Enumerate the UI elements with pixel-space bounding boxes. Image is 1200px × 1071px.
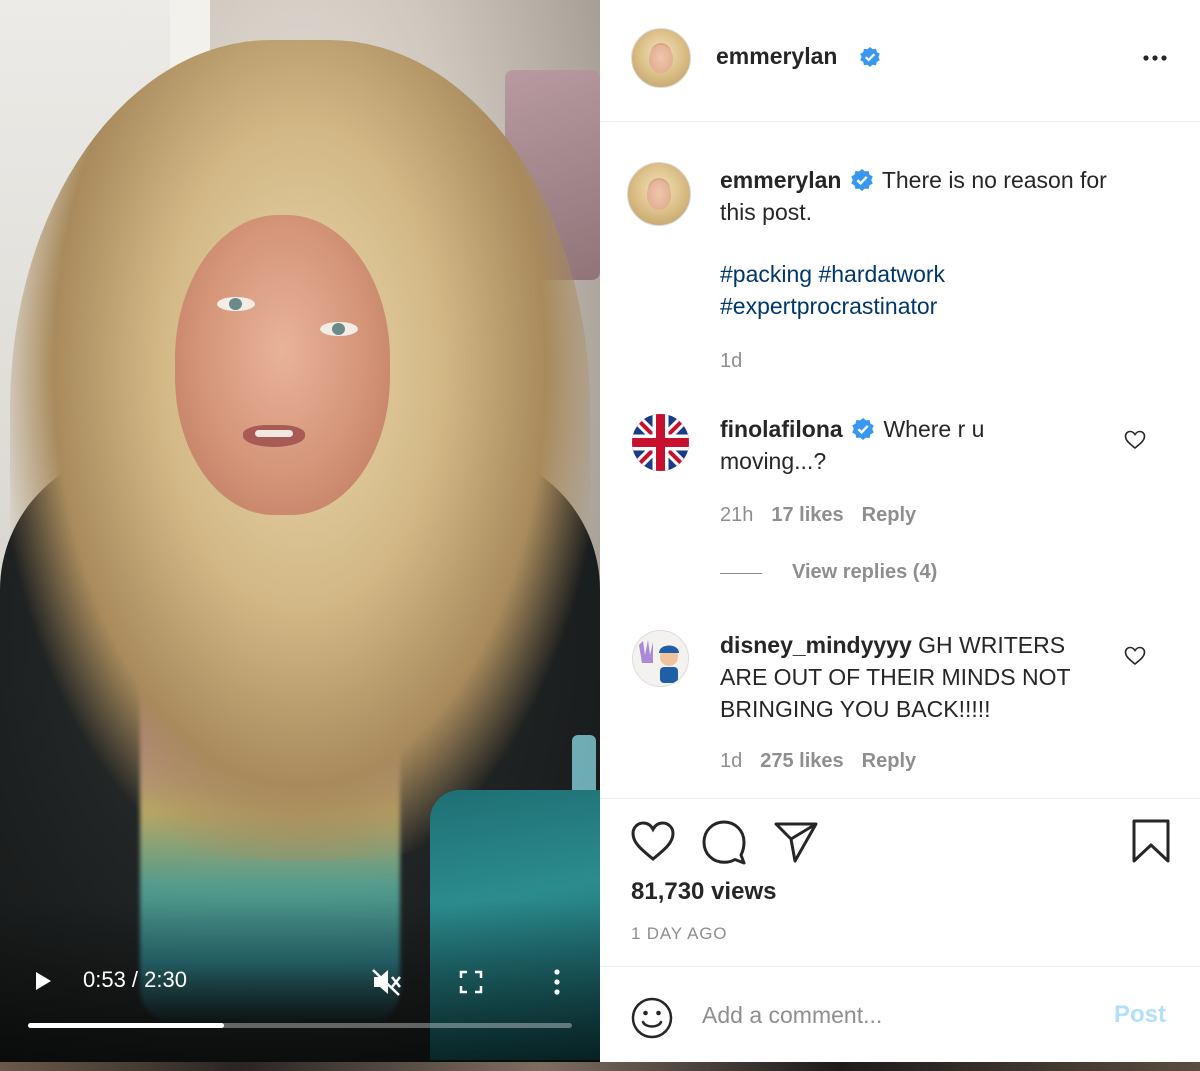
view-replies-button[interactable]: View replies (4) (792, 561, 955, 584)
comment-text-line2: moving...? (720, 448, 827, 474)
caption-username[interactable]: emmerylan (720, 167, 841, 193)
caption-text-line1: There is no reason for (881, 167, 1107, 193)
comment-text-line3: BRINGING YOU BACK!!!!! (720, 696, 991, 722)
video-person-eye-right (320, 322, 358, 336)
comment-body: disney_mindyyyy GH WRITERS ARE OUT OF TH… (720, 629, 1120, 725)
video-progress-bar[interactable] (28, 1023, 572, 1028)
comment-username[interactable]: finolafilona (720, 416, 843, 442)
comment-like-heart-icon[interactable] (1124, 430, 1146, 450)
instagram-post-modal: 0:53 / 2:30 emmerylan emmerylan There is… (0, 0, 1200, 1071)
post-header: emmerylan (600, 0, 1200, 122)
comment-input[interactable] (702, 995, 1102, 1035)
hashtag-link[interactable]: #expertprocrastinator (720, 293, 937, 319)
reply-button[interactable]: Reply (862, 750, 916, 772)
video-person-mouth (243, 425, 305, 447)
bookmark-icon[interactable] (1131, 818, 1171, 864)
hashtag-link[interactable]: #packing (720, 261, 812, 287)
comment-body: finolafilona Where r u moving...? (720, 413, 1110, 477)
header-username[interactable]: emmerylan (716, 43, 837, 70)
comment-like-heart-icon[interactable] (1124, 646, 1146, 666)
play-icon[interactable] (32, 970, 54, 992)
post-comment-button[interactable]: Post (1114, 1001, 1166, 1029)
hashtag-link[interactable]: #hardatwork (818, 261, 945, 287)
video-player[interactable]: 0:53 / 2:30 (0, 0, 600, 1062)
caption-timestamp: 1d (720, 350, 760, 373)
cartoon-avatar-icon (633, 631, 688, 686)
view-replies-label: View replies (4) (792, 561, 938, 583)
fullscreen-icon[interactable] (458, 969, 484, 995)
comment-text-line1: Where r u (883, 416, 985, 442)
comment-bubble-icon[interactable] (701, 819, 747, 865)
video-time-display: 0:53 / 2:30 (83, 967, 187, 992)
emoji-smiley-icon[interactable] (631, 997, 673, 1039)
video-controls: 0:53 / 2:30 (0, 955, 600, 1015)
commenter-avatar[interactable] (632, 630, 689, 687)
post-date[interactable]: 1 DAY AGO (631, 924, 727, 944)
video-progress-fill (28, 1023, 224, 1028)
paper-plane-icon[interactable] (773, 820, 819, 864)
verified-badge-icon (851, 169, 873, 191)
caption-hashtags: #packing #hardatwork #expertprocrastinat… (720, 258, 1170, 322)
caption-text-line2: this post. (720, 199, 813, 225)
verified-badge-icon (860, 47, 880, 67)
comment-likes-count[interactable]: 17 likes (771, 504, 843, 526)
muted-speaker-icon[interactable] (370, 967, 402, 997)
comment-text-line2: ARE OUT OF THEIR MINDS NOT (720, 664, 1071, 690)
post-caption: emmerylan There is no reason for this po… (720, 164, 1170, 228)
union-jack-icon (632, 414, 689, 471)
caption-age: 1d (720, 350, 743, 372)
commenter-avatar[interactable] (632, 414, 689, 471)
comment-meta: 1d 275 likes Reply (720, 750, 934, 773)
more-options-icon[interactable] (1141, 48, 1169, 68)
view-replies-divider (720, 573, 762, 574)
heart-icon[interactable] (630, 820, 676, 862)
verified-badge-icon (852, 418, 874, 440)
page-background-strip (0, 1062, 1200, 1071)
author-avatar[interactable] (631, 28, 691, 88)
caption-author-avatar[interactable] (627, 162, 691, 226)
comment-age: 21h (720, 504, 754, 526)
reply-button[interactable]: Reply (862, 504, 916, 526)
comment-meta: 21h 17 likes Reply (720, 504, 934, 527)
comment-text-line1: GH WRITERS (918, 632, 1066, 658)
views-count[interactable]: 81,730 views (631, 878, 776, 906)
comment-username[interactable]: disney_mindyyyy (720, 632, 912, 658)
comment-age: 1d (720, 750, 743, 772)
comment-likes-count[interactable]: 275 likes (760, 750, 843, 772)
post-side-panel: emmerylan emmerylan There is no reason f… (600, 0, 1200, 1062)
comment-composer: Post (600, 966, 1200, 1062)
video-more-options-icon[interactable] (550, 967, 564, 997)
video-person-eye-left (217, 297, 255, 311)
video-person-face (175, 215, 390, 515)
